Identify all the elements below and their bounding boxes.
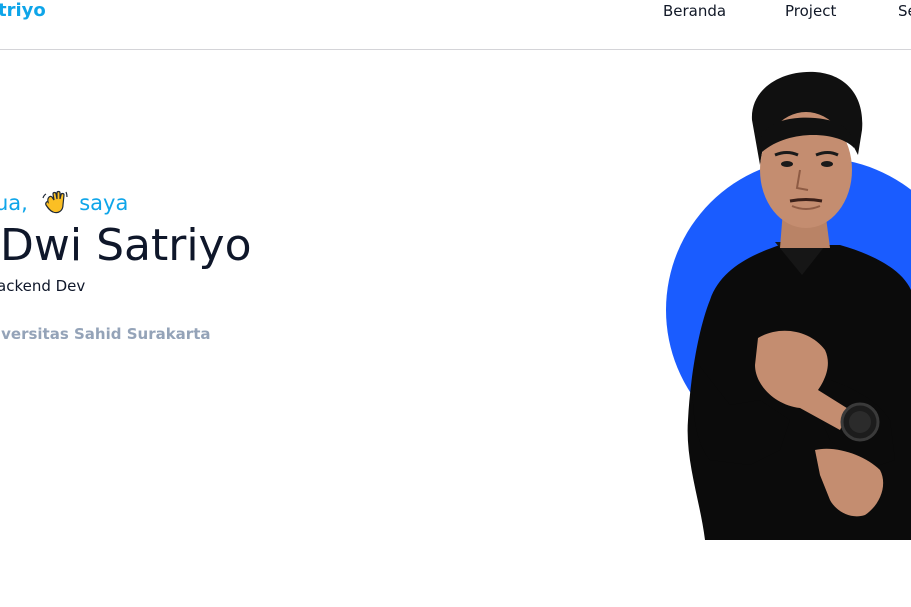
hero-role: ackend Dev bbox=[0, 277, 86, 295]
greeting-text-end: saya bbox=[79, 191, 129, 215]
nav-link-beranda[interactable]: Beranda bbox=[663, 1, 726, 21]
waving-hand-icon bbox=[41, 190, 68, 214]
profile-photo bbox=[666, 71, 911, 540]
hero-greeting: ua, saya bbox=[0, 188, 128, 218]
top-navbar: triyo Beranda Project Se bbox=[0, 0, 911, 50]
nav-link-se[interactable]: Se bbox=[898, 1, 911, 21]
greeting-text-start: ua, bbox=[0, 191, 28, 215]
brand-logo-link[interactable]: triyo bbox=[0, 0, 46, 22]
hero-name: Dwi Satriyo bbox=[0, 220, 252, 271]
nav-link-project[interactable]: Project bbox=[785, 1, 836, 21]
hero-campus: iversitas Sahid Surakarta bbox=[0, 325, 211, 343]
